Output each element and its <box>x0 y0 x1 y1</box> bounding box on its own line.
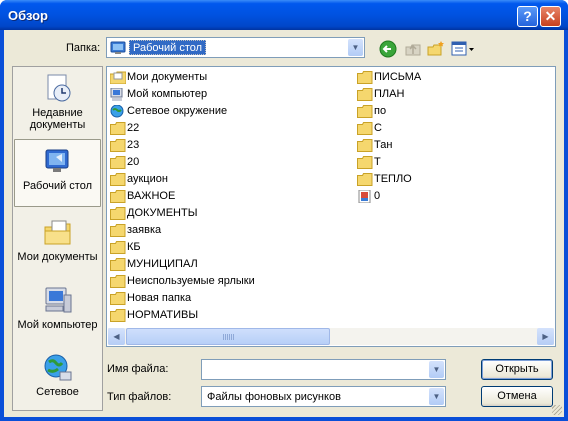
chevron-down-icon[interactable]: ▼ <box>429 388 444 405</box>
folder-icon <box>110 241 126 254</box>
filename-label: Имя файла: <box>107 363 169 375</box>
folder-icon <box>357 88 373 101</box>
open-button[interactable]: Открыть <box>481 359 553 380</box>
list-item[interactable]: ВАЖНОЕ <box>109 188 255 205</box>
dialog-body: Папка: Рабочий стол ▼ Недавние документы… <box>4 30 564 417</box>
desktop-icon <box>45 149 68 172</box>
list-item[interactable]: Мои документы <box>109 69 255 86</box>
list-item[interactable]: ПИСЬМА <box>356 69 421 86</box>
folder-icon <box>110 207 126 220</box>
folder-icon <box>110 224 126 237</box>
list-item[interactable]: по <box>356 103 421 120</box>
new-folder-icon[interactable] <box>427 40 445 58</box>
chevron-down-icon[interactable]: ▼ <box>429 361 444 378</box>
list-item[interactable]: ТЕПЛО <box>356 171 421 188</box>
folder-icon <box>110 139 126 152</box>
filetype-dropdown[interactable]: Файлы фоновых рисунков ▼ <box>201 386 446 407</box>
folder-icon <box>110 156 126 169</box>
title-bar[interactable]: Обзор ? ✕ <box>0 0 568 30</box>
window-title: Обзор <box>8 8 48 23</box>
folder-icon <box>357 71 373 84</box>
browse-dialog-window: Обзор ? ✕ Папка: Рабочий стол ▼ Недавние… <box>0 0 568 421</box>
list-item[interactable]: КБ <box>109 239 255 256</box>
list-item[interactable]: Сетевое окружение <box>109 103 255 120</box>
network-icon <box>44 354 71 381</box>
filename-input[interactable] <box>204 362 424 377</box>
close-button[interactable]: ✕ <box>540 6 561 27</box>
folder-icon <box>110 173 126 186</box>
look-in-label: Папка: <box>66 42 101 54</box>
folder-icon <box>110 292 126 305</box>
desktop-icon <box>110 41 126 54</box>
place-label: Рабочий стол <box>22 180 93 192</box>
network-icon <box>110 105 124 118</box>
place-my-computer[interactable]: Мой компьютер <box>14 285 101 331</box>
folder-icon <box>357 122 373 135</box>
folder-icon <box>110 122 126 135</box>
chevron-down-icon[interactable]: ▼ <box>348 39 363 56</box>
list-item[interactable]: аукцион <box>109 171 255 188</box>
list-item[interactable]: ДОКУМЕНТЫ <box>109 205 255 222</box>
list-item[interactable]: С <box>356 120 421 137</box>
my-documents-icon <box>44 220 70 245</box>
place-recent-documents[interactable]: Недавние документы <box>14 73 101 131</box>
list-item[interactable]: НОРМАТИВЫ <box>109 307 255 324</box>
resize-grip[interactable] <box>552 405 562 415</box>
list-item[interactable]: Неиспользуемые ярлыки <box>109 273 255 290</box>
up-folder-icon[interactable] <box>404 40 422 58</box>
image-file-icon <box>358 190 371 203</box>
folder-icon <box>357 139 373 152</box>
folder-icon <box>357 173 373 186</box>
list-item[interactable]: 0 <box>356 188 421 205</box>
file-list[interactable]: Мои документы Мой компьютер Сетевое окру… <box>106 66 556 347</box>
list-item[interactable]: Тан <box>356 137 421 154</box>
place-desktop[interactable]: Рабочий стол <box>14 139 101 207</box>
view-menu-icon[interactable] <box>451 40 475 58</box>
folder-icon <box>357 156 373 169</box>
list-item[interactable]: Т <box>356 154 421 171</box>
look-in-value: Рабочий стол <box>129 40 207 55</box>
scroll-thumb[interactable] <box>126 328 330 345</box>
list-item[interactable]: ПЛАН <box>356 86 421 103</box>
list-item[interactable]: 23 <box>109 137 255 154</box>
folder-icon <box>110 275 126 288</box>
list-item[interactable]: заявка <box>109 222 255 239</box>
place-label: Недавние документы <box>29 107 86 131</box>
look-in-dropdown[interactable]: Рабочий стол ▼ <box>106 37 365 58</box>
file-column-1: Мои документы Мой компьютер Сетевое окру… <box>109 69 255 324</box>
place-label: Мои документы <box>17 251 98 263</box>
list-item[interactable]: МУНИЦИПАЛ <box>109 256 255 273</box>
horizontal-scrollbar[interactable]: ◀ ▶ <box>108 328 554 345</box>
list-item[interactable]: 22 <box>109 120 255 137</box>
filename-field[interactable]: ▼ <box>201 359 446 380</box>
cancel-button[interactable]: Отмена <box>481 386 553 407</box>
folder-icon <box>110 258 126 271</box>
my-documents-icon <box>110 71 126 84</box>
place-network[interactable]: Сетевое <box>14 352 101 398</box>
places-bar: Недавние документы Рабочий стол Мои доку… <box>12 66 103 411</box>
recent-documents-icon <box>47 74 70 102</box>
filetype-label: Тип файлов: <box>107 391 172 403</box>
my-computer-icon <box>110 88 123 101</box>
folder-icon <box>110 190 126 203</box>
place-my-documents[interactable]: Мои документы <box>14 217 101 263</box>
file-column-2: ПИСЬМА ПЛАН по С Тан Т ТЕПЛО 0 <box>356 69 421 205</box>
place-label: Сетевое <box>36 386 79 398</box>
filetype-value: Файлы фоновых рисунков <box>207 391 341 403</box>
back-icon[interactable] <box>379 40 397 58</box>
folder-icon <box>110 309 126 322</box>
list-item[interactable]: 20 <box>109 154 255 171</box>
grip-icon <box>223 334 235 340</box>
scroll-left-button[interactable]: ◀ <box>108 328 125 345</box>
list-item[interactable]: Мой компьютер <box>109 86 255 103</box>
folder-icon <box>357 105 373 118</box>
place-label: Мой компьютер <box>17 319 98 331</box>
scroll-right-button[interactable]: ▶ <box>537 328 554 345</box>
my-computer-icon <box>45 287 71 313</box>
list-item[interactable]: Новая папка <box>109 290 255 307</box>
help-button[interactable]: ? <box>517 6 538 27</box>
